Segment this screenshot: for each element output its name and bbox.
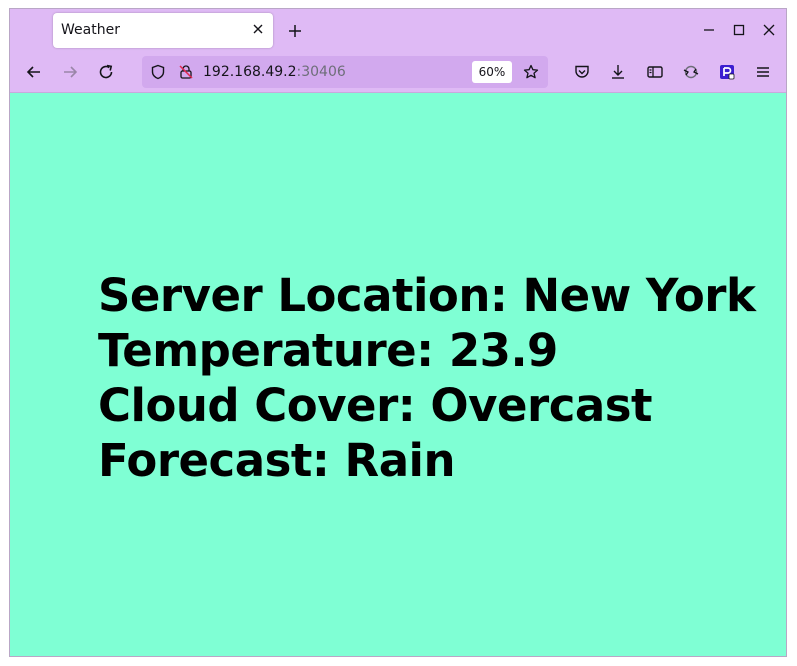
tab-title: Weather (61, 22, 120, 38)
weather-report: Server Location: New York Temperature: 2… (98, 268, 756, 488)
minimize-icon[interactable] (702, 23, 716, 37)
url-text[interactable]: 192.168.49.2:30406 (203, 64, 346, 80)
pocket-icon[interactable] (573, 63, 591, 81)
tab-weather[interactable]: Weather (53, 13, 273, 48)
url-host: 192.168.49.2 (203, 64, 297, 80)
new-tab-plus-icon[interactable] (287, 23, 303, 39)
sync-icon[interactable] (682, 63, 700, 81)
arrow-left-icon[interactable] (25, 63, 43, 81)
server-location-line: Server Location: New York (98, 269, 756, 322)
tab-strip: Weather (10, 9, 786, 52)
forecast-line: Forecast: Rain (98, 434, 456, 487)
lock-slash-icon[interactable] (178, 64, 194, 80)
temperature-line: Temperature: 23.9 (98, 324, 558, 377)
cloud-cover-line: Cloud Cover: Overcast (98, 379, 653, 432)
page-content: Server Location: New York Temperature: 2… (10, 93, 786, 656)
download-icon[interactable] (609, 63, 627, 81)
hamburger-icon[interactable] (754, 63, 772, 81)
shield-icon[interactable] (150, 64, 166, 80)
window-close-icon[interactable] (762, 23, 776, 37)
maximize-icon[interactable] (732, 23, 746, 37)
sidebar-icon[interactable] (646, 63, 664, 81)
star-icon[interactable] (523, 64, 539, 80)
tab-close-icon[interactable] (251, 22, 265, 36)
nav-toolbar: 192.168.49.2:30406 60% (10, 52, 786, 93)
extension-icon[interactable] (718, 63, 736, 81)
reload-icon[interactable] (97, 63, 115, 81)
arrow-right-icon[interactable] (61, 63, 79, 81)
url-bar[interactable]: 192.168.49.2:30406 60% (142, 56, 548, 88)
browser-window: Weather 192.168.49.2:30406 60% Server Lo… (9, 8, 787, 657)
zoom-level-button[interactable]: 60% (472, 61, 512, 83)
url-port: :30406 (296, 64, 346, 80)
